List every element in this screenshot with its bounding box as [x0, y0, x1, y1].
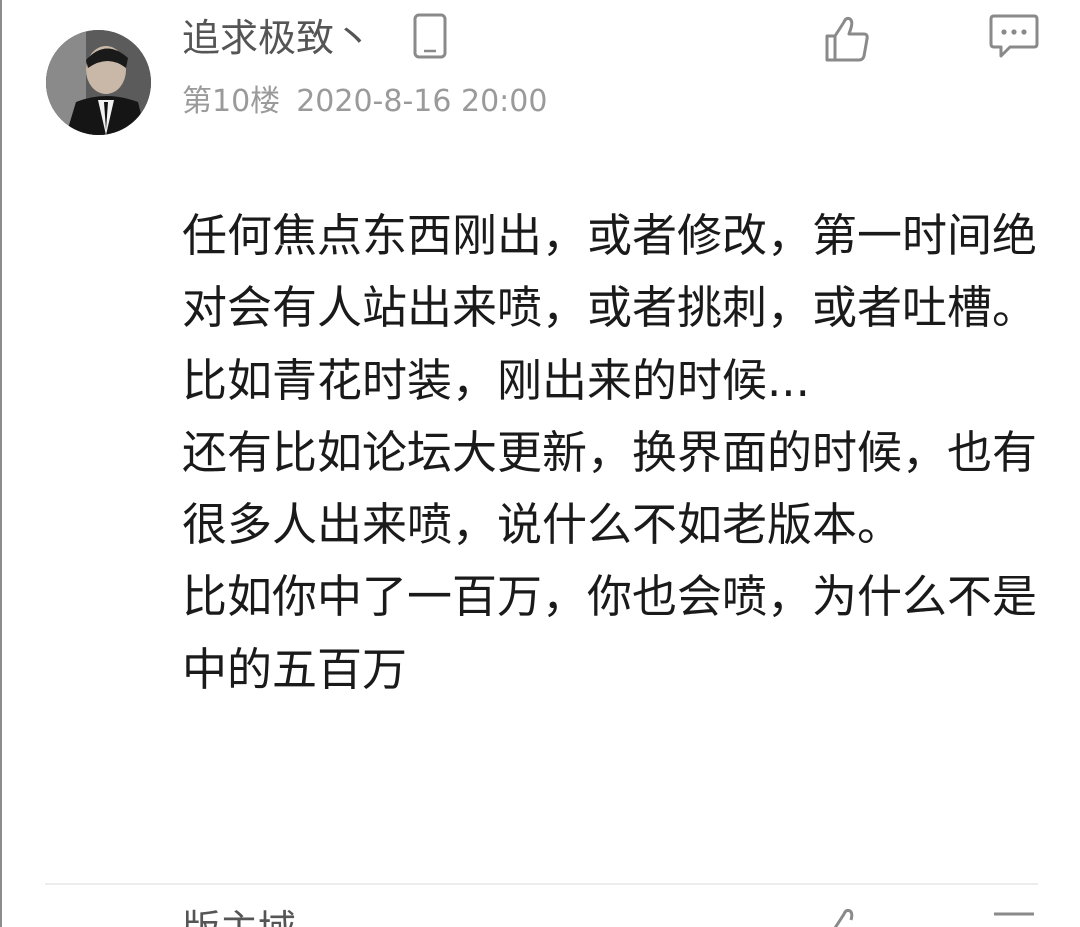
content-paragraph: 比如青花时装，刚出来的时候...	[182, 353, 810, 407]
next-post-username[interactable]: 版主域	[182, 905, 296, 927]
floor-number: 第10楼	[182, 84, 281, 119]
comment-icon[interactable]	[988, 906, 1040, 927]
content-paragraph: 还有比如论坛大更新，换界面的时候，也有很多人出来喷，说什么不如老版本。	[182, 425, 1038, 552]
avatar[interactable]	[46, 30, 151, 135]
post-content: 任何焦点东西刚出，或者修改，第一时间绝对会有人站出来喷，或者挑刺，或者吐槽。 比…	[182, 200, 1042, 706]
content-paragraph: 比如你中了一百万，你也会喷，为什么不是中的五百万	[182, 570, 1038, 696]
content-paragraph: 任何焦点东西刚出，或者修改，第一时间绝对会有人站出来喷，或者挑刺，或者吐槽。	[182, 209, 1038, 335]
username[interactable]: 追求极致丶	[182, 14, 372, 62]
post-meta: 第10楼 2020-8-16 20:00	[182, 82, 547, 122]
phone-icon	[413, 13, 447, 59]
comment-icon[interactable]	[988, 12, 1040, 60]
post-timestamp: 2020-8-16 20:00	[296, 84, 548, 119]
thumbs-up-icon[interactable]	[822, 906, 872, 927]
left-edge-line	[0, 0, 2, 927]
thumbs-up-icon[interactable]	[822, 14, 872, 64]
post-divider	[45, 883, 1038, 885]
